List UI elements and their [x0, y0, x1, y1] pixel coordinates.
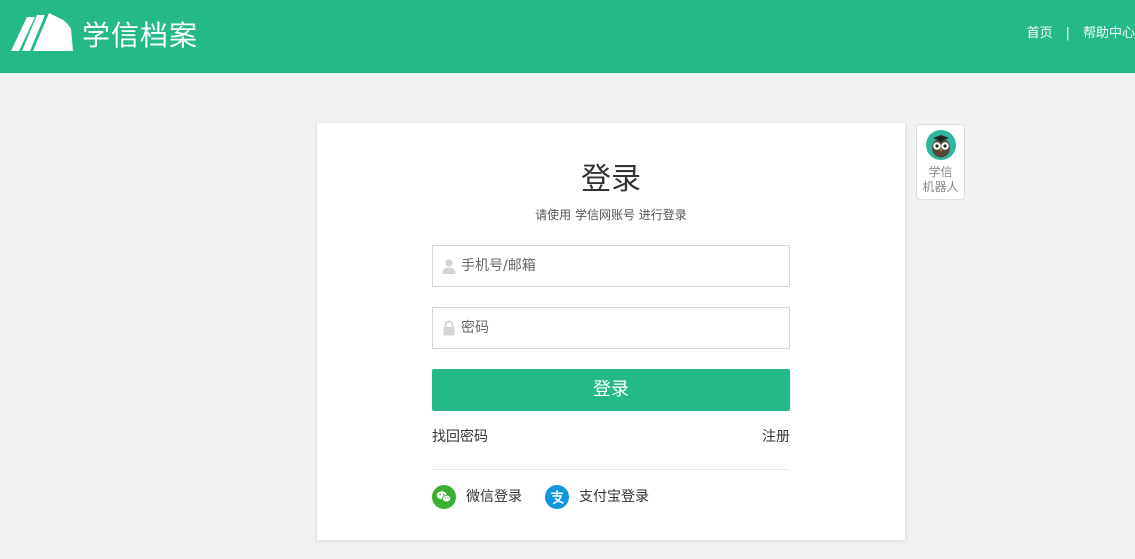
username-input[interactable]	[461, 246, 781, 286]
robot-label-line1: 学信	[928, 165, 953, 179]
login-title: 登录	[581, 162, 641, 197]
forgot-password-link[interactable]: 找回密码	[432, 428, 488, 446]
logo-book-icon[interactable]	[11, 13, 73, 53]
nav-help-link[interactable]: 帮助中心	[1083, 24, 1135, 44]
robot-label-line2: 机器人	[922, 180, 959, 194]
register-link[interactable]: 注册	[762, 428, 790, 446]
login-card: 登录 请使用 学信网账号 进行登录 登录 找回密码 注册 微信登录	[317, 123, 905, 540]
password-field[interactable]	[432, 307, 790, 349]
login-button[interactable]: 登录	[432, 369, 790, 411]
password-input[interactable]	[461, 308, 781, 348]
robot-label: 学信 机器人	[917, 165, 964, 195]
top-nav: 首页 | 帮助中心	[1027, 24, 1135, 44]
nav-home-link[interactable]: 首页	[1027, 24, 1053, 44]
user-icon	[442, 259, 456, 274]
alipay-login-label: 支付宝登录	[579, 489, 649, 505]
chat-robot-widget[interactable]: 学信 机器人	[916, 124, 965, 200]
lock-icon	[443, 320, 455, 336]
login-subtitle: 请使用 学信网账号 进行登录	[535, 208, 687, 222]
alipay-icon	[545, 485, 569, 509]
nav-separator: |	[1065, 26, 1070, 41]
wechat-login-label: 微信登录	[466, 489, 522, 505]
wechat-icon	[432, 485, 456, 509]
robot-owl-icon	[926, 130, 956, 160]
brand-title[interactable]: 学信档案	[82, 18, 198, 54]
divider	[432, 469, 790, 470]
top-header: 学信档案 首页 | 帮助中心	[0, 0, 1135, 73]
username-field[interactable]	[432, 245, 790, 287]
